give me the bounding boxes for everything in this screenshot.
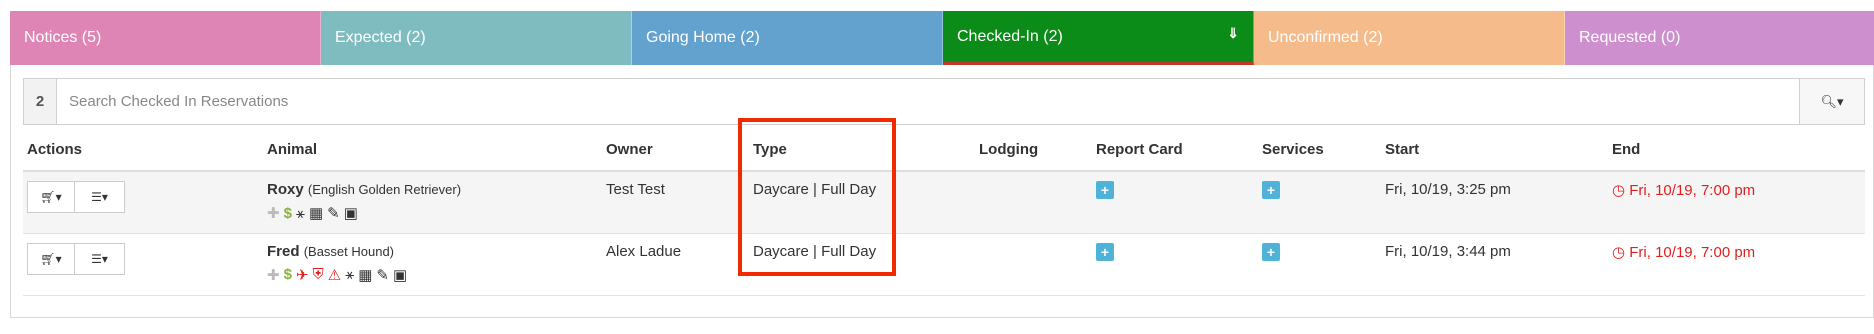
cart-dropdown-button[interactable]: 🛒︎ ▾ <box>27 242 75 275</box>
start-cell: Fri, 10/19, 3:25 pm <box>1381 171 1608 234</box>
tab-notices-label: Notices (5) <box>24 29 102 46</box>
animal-icons: ✚ $ ✈ ⛨ ⚠ ⚹ ▦ ✎ ▣ <box>267 266 602 284</box>
menu-dropdown-button[interactable]: ☰ ▾ <box>75 181 125 213</box>
medical-cross-icon[interactable]: ✚ <box>267 204 280 222</box>
search-input[interactable] <box>57 79 1799 124</box>
animal-name[interactable]: Roxy <box>267 181 304 198</box>
id-card-icon[interactable]: ▦ <box>309 204 323 222</box>
reservations-page: Notices (5) Expected (2) Going Home (2) … <box>0 0 1874 334</box>
reservations-panel: 2 🔍︎▾ Actions Animal Owner Type Lodging … <box>10 65 1874 318</box>
header-services: Services <box>1258 129 1381 172</box>
tab-unconfirmed-label: Unconfirmed (2) <box>1268 29 1383 46</box>
tab-going-home[interactable]: Going Home (2) <box>632 11 943 65</box>
search-bar: 2 🔍︎▾ <box>23 78 1865 125</box>
tab-unconfirmed[interactable]: Unconfirmed (2) <box>1254 11 1565 65</box>
search-dropdown-button[interactable]: 🔍︎ ▾ <box>1799 79 1864 124</box>
header-animal: Animal <box>263 129 602 172</box>
add-service-button[interactable]: + <box>1262 242 1280 261</box>
tab-expected-label: Expected (2) <box>335 29 426 46</box>
animal-cell: Fred (Basset Hound) ✚ $ ✈ ⛨ ⚠ ⚹ ▦ ✎ ▣ <box>263 233 602 296</box>
actions-cell: 🛒︎ ▾ ☰ ▾ <box>23 233 263 296</box>
dollar-icon[interactable]: $ <box>284 205 292 222</box>
services-cell: + <box>1258 233 1381 296</box>
menu-dropdown-button[interactable]: ☰ ▾ <box>75 242 125 275</box>
report-card-cell: + <box>1092 171 1258 234</box>
image-icon[interactable]: ▣ <box>393 266 407 284</box>
lodging-cell <box>975 233 1092 296</box>
dollar-icon[interactable]: $ <box>284 266 292 283</box>
header-lodging: Lodging <box>975 129 1092 172</box>
clock-icon: ◷ <box>1612 243 1626 261</box>
id-card-icon[interactable]: ▦ <box>358 266 372 284</box>
add-service-button[interactable]: + <box>1262 181 1280 199</box>
report-card-cell: + <box>1092 233 1258 296</box>
lodging-cell <box>975 171 1092 234</box>
start-cell: Fri, 10/19, 3:44 pm <box>1381 233 1608 296</box>
caret-down-icon: ▾ <box>1836 93 1844 109</box>
header-report-card: Report Card <box>1092 129 1258 172</box>
list-menu-icon: ☰ <box>91 190 102 204</box>
tag-icon[interactable]: ⚹ <box>345 266 354 283</box>
medical-kit-icon[interactable]: ⛨ <box>313 266 324 283</box>
tab-requested-label: Requested (0) <box>1579 29 1681 46</box>
owner-cell[interactable]: Test Test <box>602 171 749 234</box>
pencil-icon[interactable]: ✎ <box>327 204 340 222</box>
add-report-card-button[interactable]: + <box>1096 242 1114 261</box>
result-count: 2 <box>24 79 57 124</box>
header-actions: Actions <box>23 129 263 172</box>
header-type: Type <box>749 129 975 172</box>
end-time: Fri, 10/19, 7:00 pm <box>1629 243 1756 261</box>
animal-breed: (English Golden Retriever) <box>307 182 462 197</box>
action-buttons: 🛒︎ ▾ ☰ ▾ <box>27 181 125 213</box>
airplane-icon[interactable]: ✈ <box>296 266 309 284</box>
double-chevron-down-icon[interactable]: ⇓ <box>1227 25 1239 42</box>
image-icon[interactable]: ▣ <box>344 204 358 222</box>
header-owner: Owner <box>602 129 749 172</box>
action-buttons: 🛒︎ ▾ ☰ ▾ <box>27 242 125 275</box>
status-tabs: Notices (5) Expected (2) Going Home (2) … <box>10 11 1874 65</box>
header-end: End <box>1608 129 1865 172</box>
cart-dropdown-button[interactable]: 🛒︎ ▾ <box>27 181 75 213</box>
owner-cell[interactable]: Alex Ladue <box>602 233 749 296</box>
end-time: Fri, 10/19, 7:00 pm <box>1629 182 1756 199</box>
end-cell: ◷ Fri, 10/19, 7:00 pm <box>1608 171 1865 234</box>
tab-checked-in[interactable]: Checked-In (2) ⇓ <box>943 11 1254 65</box>
animal-icons: ✚ $ ⚹ ▦ ✎ ▣ <box>267 204 602 223</box>
clock-icon: ◷ <box>1612 182 1626 199</box>
medical-cross-icon[interactable]: ✚ <box>267 266 280 284</box>
add-report-card-button[interactable]: + <box>1096 181 1114 199</box>
list-menu-icon: ☰ <box>91 251 102 266</box>
cart-icon: 🛒︎ <box>40 190 56 204</box>
tab-notices[interactable]: Notices (5) <box>10 11 321 65</box>
warning-icon[interactable]: ⚠ <box>328 266 341 284</box>
reservations-table: Actions Animal Owner Type Lodging Report… <box>23 129 1865 296</box>
type-cell: Daycare | Full Day <box>749 233 975 296</box>
animal-name[interactable]: Fred <box>267 243 300 260</box>
cart-icon: 🛒︎ <box>40 251 56 266</box>
tab-expected[interactable]: Expected (2) <box>321 11 632 65</box>
actions-cell: 🛒︎ ▾ ☰ ▾ <box>23 171 263 234</box>
table-header-row: Actions Animal Owner Type Lodging Report… <box>23 129 1865 172</box>
table-row: 🛒︎ ▾ ☰ ▾ Roxy (English Golden Retriever) ✚ <box>23 171 1865 234</box>
tab-requested[interactable]: Requested (0) <box>1565 11 1874 65</box>
end-cell: ◷ Fri, 10/19, 7:00 pm <box>1608 233 1865 296</box>
animal-cell: Roxy (English Golden Retriever) ✚ $ ⚹ ▦ … <box>263 171 602 234</box>
tab-going-home-label: Going Home (2) <box>646 29 760 46</box>
search-icon: 🔍︎ <box>1820 93 1837 109</box>
pencil-icon[interactable]: ✎ <box>376 266 389 284</box>
type-cell: Daycare | Full Day <box>749 171 975 234</box>
table-row: 🛒︎ ▾ ☰ ▾ Fred (Basset Hound) ✚ $ ✈ ⛨ ⚠ ⚹… <box>23 233 1865 296</box>
tab-checked-in-label: Checked-In (2) <box>957 27 1063 45</box>
animal-breed: (Basset Hound) <box>303 243 395 259</box>
tag-icon[interactable]: ⚹ <box>296 205 305 222</box>
services-cell: + <box>1258 171 1381 234</box>
header-start: Start <box>1381 129 1608 172</box>
